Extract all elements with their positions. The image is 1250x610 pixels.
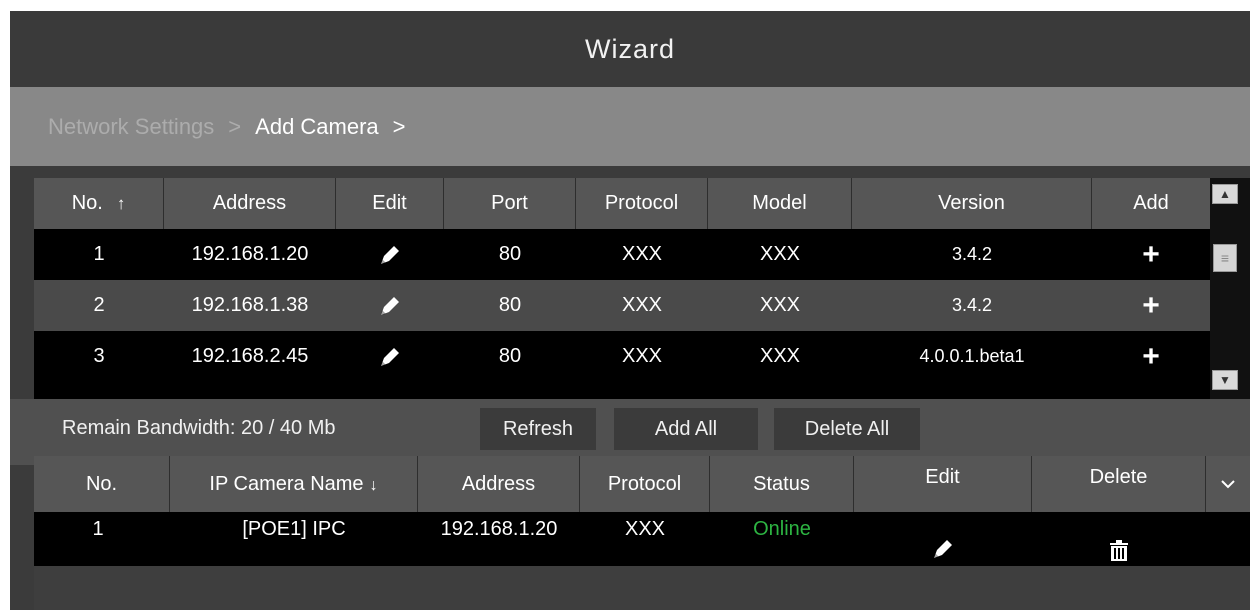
row-port: 80	[498, 345, 522, 367]
row-no: 1	[92, 518, 104, 540]
edit-button[interactable]	[336, 229, 444, 280]
row-address: 192.168.2.45	[191, 345, 309, 367]
breadcrumb-add-camera[interactable]: Add Camera	[255, 114, 379, 140]
trash-icon	[1110, 540, 1128, 561]
row-version: 3.4.2	[951, 244, 993, 264]
col-model-header[interactable]: Model	[708, 178, 852, 229]
col-camera-name-label: IP Camera Name	[209, 472, 364, 495]
table-row[interactable]: 3 192.168.2.45 80 XXX XXX 4.0.0.1.beta1 …	[34, 331, 1210, 399]
breadcrumb-network-settings[interactable]: Network Settings	[48, 114, 214, 140]
pencil-icon	[934, 540, 952, 558]
col-status-header[interactable]: Status	[710, 456, 854, 512]
table-header: No. ↑ Address Edit Port Protocol Model V…	[34, 178, 1210, 229]
scroll-down-button[interactable]: ▼	[1212, 370, 1238, 390]
add-camera-button[interactable]: +	[1092, 280, 1210, 331]
delete-all-button[interactable]: Delete All	[774, 408, 920, 450]
content-area: No. ↑ Address Edit Port Protocol Model V…	[10, 166, 1250, 610]
row-no: 3	[93, 345, 105, 367]
row-version: 4.0.0.1.beta1	[919, 346, 1025, 366]
plus-icon: +	[1142, 339, 1160, 373]
col-protocol-header[interactable]: Protocol	[576, 178, 708, 229]
plus-icon: +	[1142, 237, 1160, 271]
row-no: 2	[93, 294, 105, 316]
breadcrumb: Network Settings > Add Camera >	[10, 87, 1250, 166]
table-row[interactable]: 1 [POE1] IPC 192.168.1.20 XXX Online	[34, 512, 1250, 566]
edit-button[interactable]	[336, 280, 444, 331]
plus-icon: +	[1142, 288, 1160, 322]
sort-down-arrow-icon: ↓	[369, 477, 378, 494]
breadcrumb-separator: >	[392, 113, 406, 139]
col-add-header: Add	[1133, 192, 1169, 214]
row-protocol: XXX	[621, 345, 663, 367]
edit-button[interactable]	[854, 512, 1032, 566]
delete-button[interactable]	[1032, 512, 1206, 566]
row-model: XXX	[759, 294, 801, 316]
col-version-header[interactable]: Version	[852, 178, 1092, 229]
table-header: No. IP Camera Name ↓ Address Protocol St…	[34, 456, 1250, 512]
search-table-scrollbar[interactable]: ▲ ≡ ▼	[1210, 178, 1250, 399]
row-address: 192.168.1.20	[191, 243, 309, 265]
scroll-up-button[interactable]: ▲	[1212, 184, 1238, 204]
pencil-icon	[381, 296, 399, 315]
col-no-label: No.	[71, 192, 103, 214]
row-model: XXX	[759, 243, 801, 265]
col-no-header[interactable]: No. ↑	[34, 178, 164, 229]
wizard-window: Wizard Network Settings > Add Camera > N…	[10, 11, 1250, 610]
chevron-down-icon: ▼	[1219, 373, 1231, 387]
add-all-button[interactable]: Add All	[614, 408, 758, 450]
sort-up-arrow-icon: ↑	[116, 193, 126, 213]
breadcrumb-separator: >	[228, 113, 242, 139]
grip-icon: ≡	[1220, 250, 1230, 266]
col-edit-header: Edit	[854, 456, 1032, 512]
col-camera-name-header[interactable]: IP Camera Name ↓	[170, 456, 418, 512]
col-no-header[interactable]: No.	[34, 456, 170, 512]
chevron-down-icon	[1221, 480, 1235, 489]
row-address: 192.168.1.20	[440, 518, 558, 540]
row-model: XXX	[759, 345, 801, 367]
row-version: 3.4.2	[951, 295, 993, 315]
col-port-header[interactable]: Port	[444, 178, 576, 229]
window-title: Wizard	[10, 11, 1250, 87]
row-no: 1	[93, 243, 105, 265]
col-edit-header: Edit	[336, 178, 444, 229]
row-protocol: XXX	[621, 294, 663, 316]
row-protocol: XXX	[621, 243, 663, 265]
col-protocol-header[interactable]: Protocol	[580, 456, 710, 512]
remain-bandwidth-label: Remain Bandwidth: 20 / 40 Mb	[62, 416, 336, 439]
scroll-thumb[interactable]: ≡	[1213, 244, 1237, 272]
row-address: 192.168.1.38	[191, 294, 309, 316]
row-port: 80	[498, 294, 522, 316]
refresh-button[interactable]: Refresh	[480, 408, 596, 450]
col-address-header[interactable]: Address	[164, 178, 336, 229]
chevron-up-icon: ▲	[1219, 187, 1231, 201]
expand-button[interactable]	[1206, 456, 1250, 512]
col-address-header[interactable]: Address	[418, 456, 580, 512]
pencil-icon	[381, 347, 399, 366]
edit-button[interactable]	[336, 331, 444, 382]
add-camera-button[interactable]: +	[1092, 331, 1210, 382]
table-row[interactable]: 2 192.168.1.38 80 XXX XXX 3.4.2 +	[34, 280, 1210, 331]
add-camera-button[interactable]: +	[1092, 229, 1210, 280]
status-badge: Online	[753, 518, 811, 540]
col-delete-header: Delete	[1032, 456, 1206, 512]
row-protocol: XXX	[624, 518, 666, 540]
pencil-icon	[381, 245, 399, 264]
empty-list-area	[34, 566, 1250, 610]
row-port: 80	[498, 243, 522, 265]
row-camera-name: [POE1] IPC	[242, 518, 346, 540]
table-row[interactable]: 1 192.168.1.20 80 XXX XXX 3.4.2 +	[34, 229, 1210, 280]
